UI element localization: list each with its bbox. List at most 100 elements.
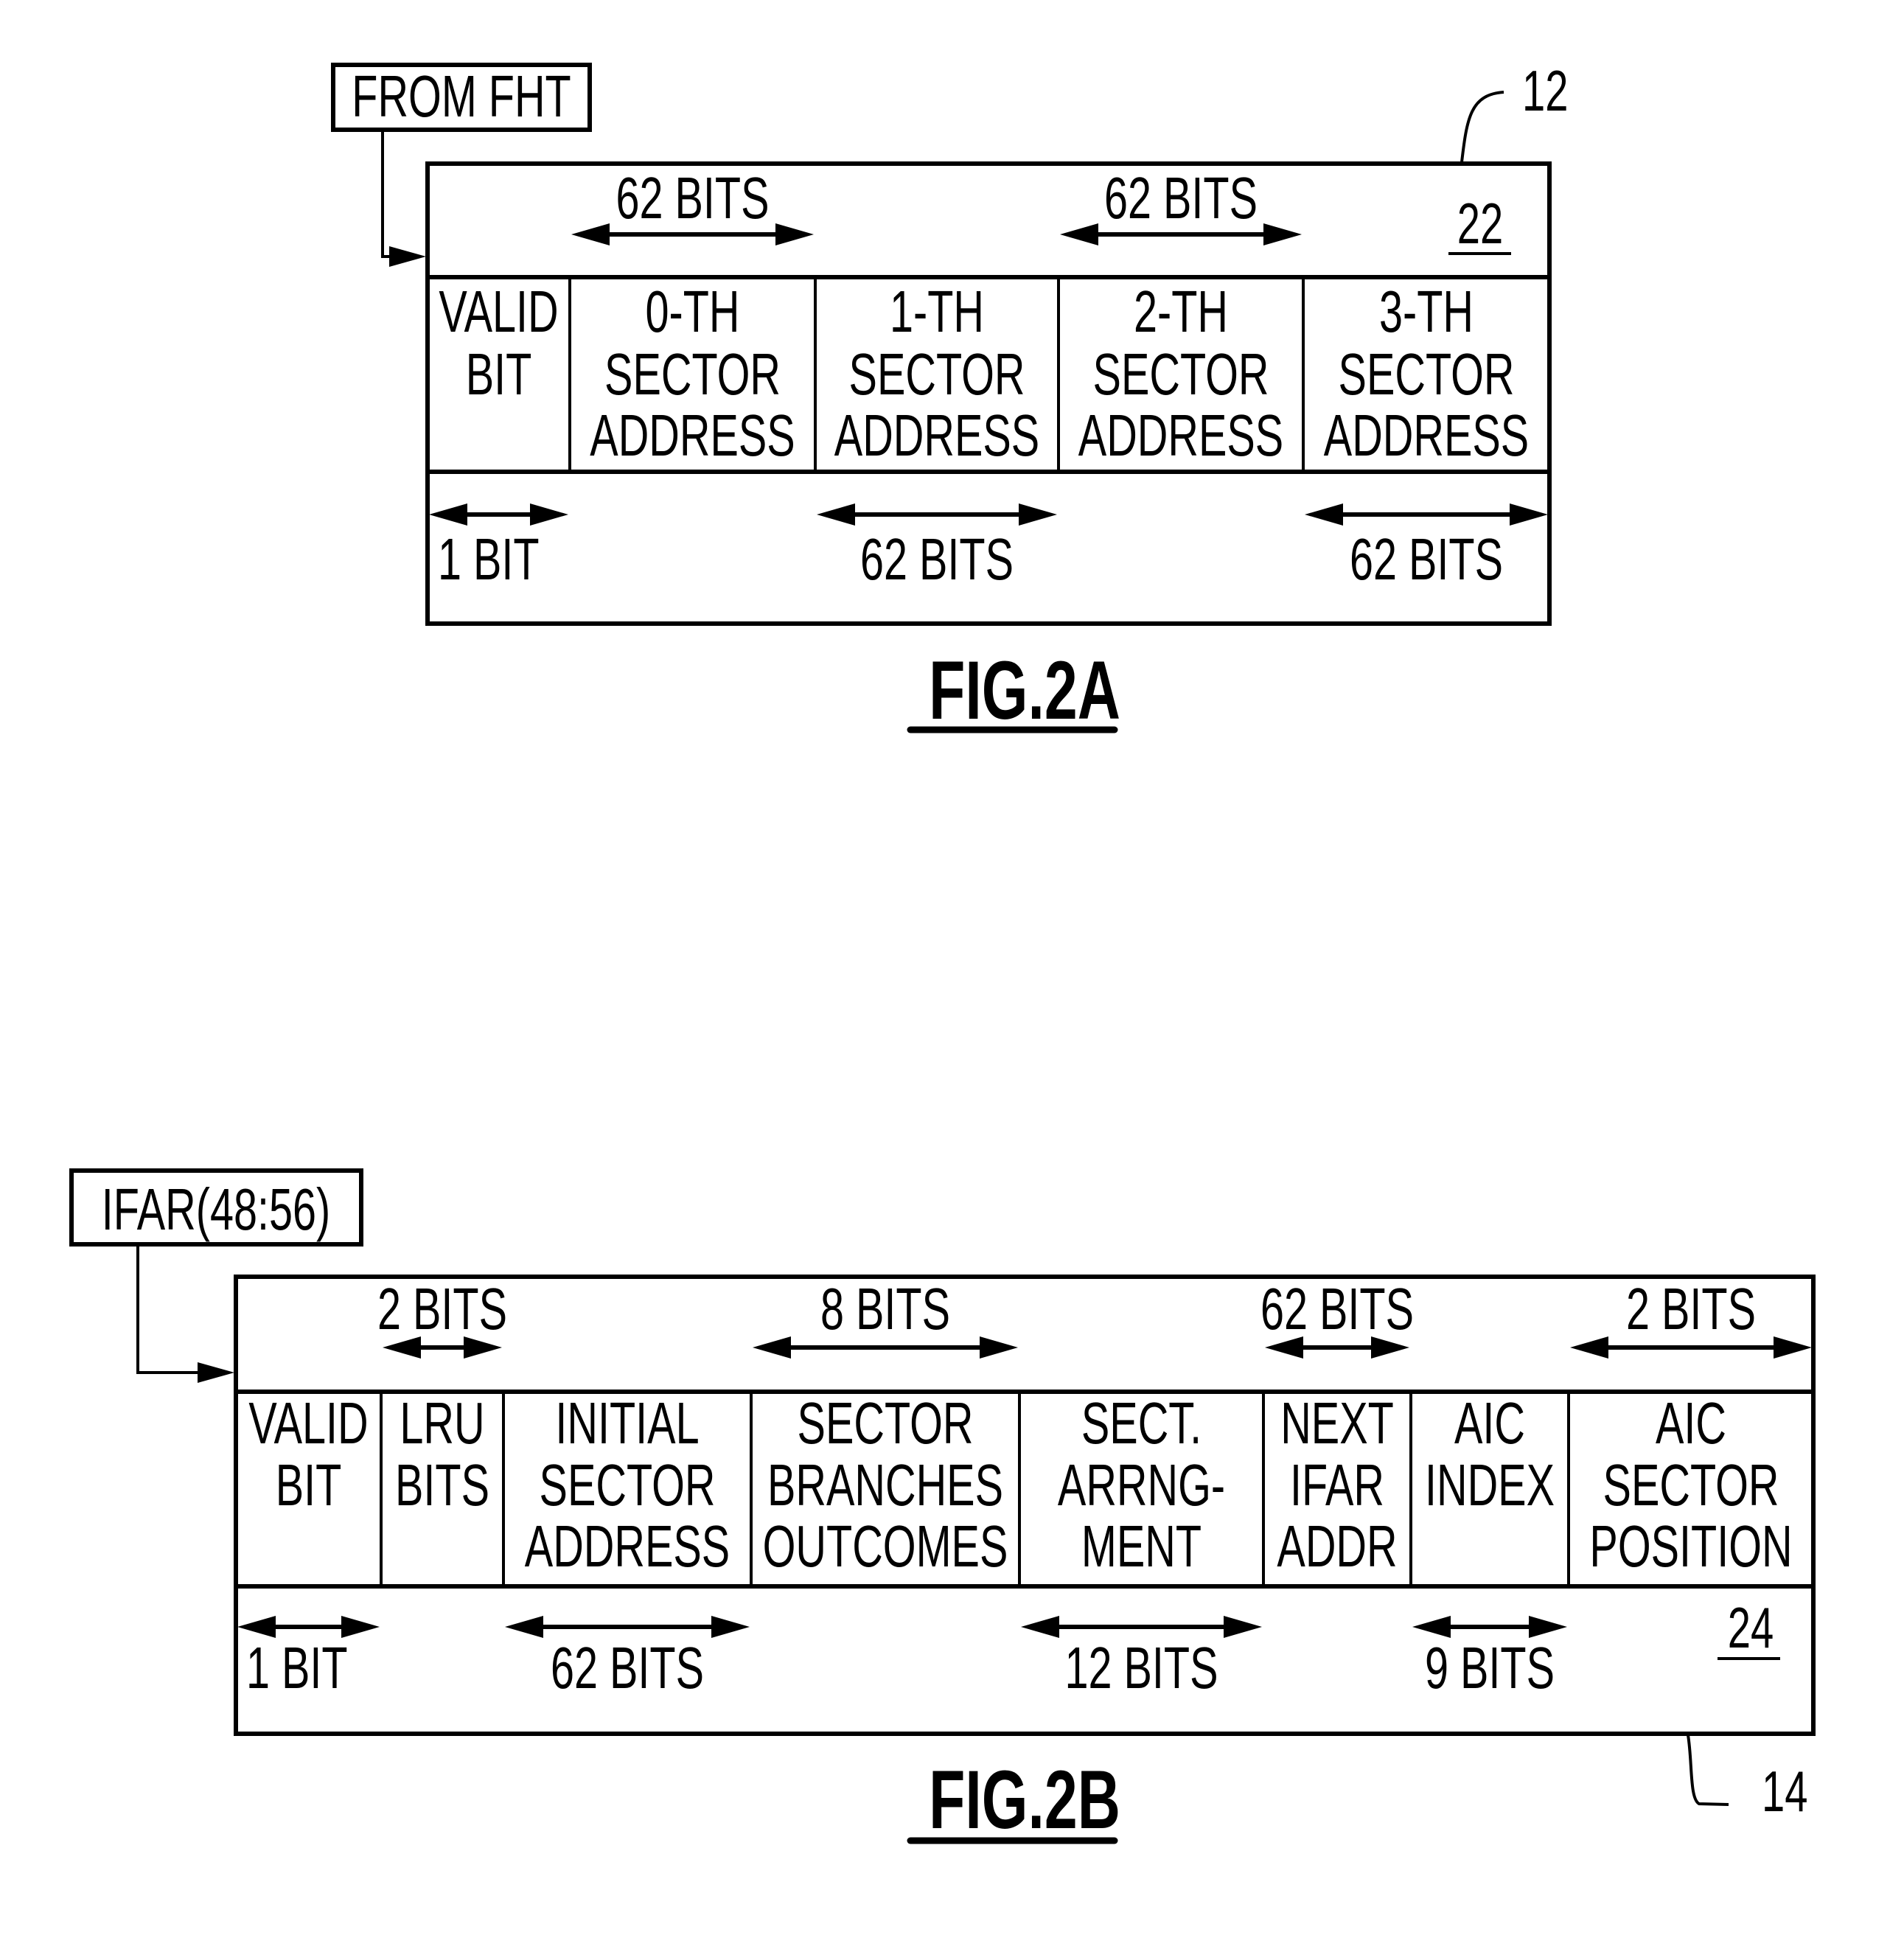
patent-figure-sheet: FROM FHTVALIDBIT1 BIT0-THSECTORADDRESS62… — [69, 59, 1816, 1846]
bit-width-label: 12 BITS — [1064, 1635, 1218, 1701]
connector-line — [381, 130, 398, 258]
field-label-line: MENT — [1081, 1513, 1202, 1580]
arrowhead-right-icon — [711, 1616, 750, 1638]
source-label-text: IFAR(48:56) — [102, 1176, 330, 1243]
field-cell: 3-THSECTORADDRESS 62 BITS — [1302, 277, 1548, 593]
field-label-line: OUTCOMES — [763, 1513, 1008, 1580]
field-label-line: AIC — [1454, 1390, 1525, 1457]
field-label-line: ADDRESS — [525, 1513, 730, 1580]
arrowhead-left-icon — [817, 503, 855, 526]
field-label-line: LRU — [400, 1390, 484, 1457]
bit-width-label: 2 BITS — [377, 1276, 507, 1342]
field-label-line: ADDRESS — [1324, 402, 1529, 469]
source-label-text: FROM FHT — [352, 63, 571, 130]
field-cell: SECTORBRANCHESOUTCOMES 8 BITS — [750, 1276, 1018, 1586]
bit-width-label: 62 BITS — [616, 165, 769, 231]
arrowhead-right-icon — [1510, 503, 1548, 526]
field-label-line: 1-TH — [890, 279, 984, 345]
arrowhead-left-icon — [429, 503, 467, 526]
field-cell: SECT.ARRNG-MENT 12 BITS — [1018, 1390, 1262, 1701]
field-label-line: ADDRESS — [1078, 402, 1283, 469]
figure-caption-text: FIG.2B — [929, 1754, 1120, 1846]
field-label-line: SECTOR — [540, 1452, 716, 1519]
box-reference-numeral: 12 — [1522, 59, 1568, 123]
source-label-box: IFAR(48:56) — [69, 1168, 363, 1247]
bit-width-label: 62 BITS — [551, 1635, 704, 1701]
row-reference-numeral: 24 — [1728, 1596, 1774, 1660]
bit-width-label: 9 BITS — [1425, 1635, 1555, 1701]
bit-width-arrow — [817, 503, 1057, 526]
arrowhead-left-icon — [1021, 1616, 1059, 1638]
fig-2b-ift-entry-format: IFAR(48:56) VALIDBIT 1 BIT LRUBITS 2 BITS INI… — [69, 1168, 1816, 1846]
arrowhead-left-icon — [1305, 503, 1343, 526]
field-label-line: BITS — [395, 1452, 489, 1519]
bit-width-arrow — [429, 503, 568, 526]
reference-numerals: 14 24 — [1687, 1596, 1807, 1824]
field-cell: VALIDBIT 1 BIT — [429, 279, 568, 593]
bit-width-label: 62 BITS — [1260, 1276, 1414, 1342]
source-connector-arrow — [136, 1246, 234, 1383]
field-label-line: BIT — [276, 1452, 342, 1519]
arrowhead-left-icon — [571, 223, 610, 245]
field-label-line: SECT. — [1081, 1390, 1202, 1457]
bit-width-label: 62 BITS — [860, 526, 1014, 593]
figure-caption-text: FIG.2A — [929, 644, 1120, 736]
field-label-line: SECTOR — [849, 341, 1025, 408]
field-cell: AICINDEX 9 BITS — [1409, 1390, 1567, 1701]
reference-leader-line — [1460, 91, 1504, 163]
field-cell: 1-THSECTORADDRESS 62 BITS — [814, 277, 1057, 593]
arrowhead-right-icon — [1263, 223, 1302, 245]
field-label-line: ADDRESS — [834, 402, 1039, 469]
field-label-line: ADDR — [1277, 1513, 1397, 1580]
box-reference-numeral: 14 — [1762, 1760, 1807, 1824]
fig-2a-fht-entry-format: FROM FHTVALIDBIT1 BIT0-THSECTORADDRESS62… — [331, 59, 1568, 736]
field-label-line: AIC — [1656, 1390, 1726, 1457]
figure-caption: FIG.2A — [907, 644, 1120, 736]
bit-width-label: 62 BITS — [1350, 526, 1503, 593]
arrowhead-left-icon — [1570, 1336, 1608, 1359]
field-label-line: ARRNG- — [1058, 1452, 1225, 1519]
field-label-line: SECTOR — [798, 1390, 974, 1457]
bit-width-label: 2 BITS — [1626, 1276, 1756, 1342]
field-cell: VALIDBIT 1 BIT — [237, 1390, 380, 1701]
figure-caption: FIG.2B — [907, 1754, 1120, 1846]
source-label-box: FROM FHT — [331, 63, 592, 132]
arrowhead-right-icon — [530, 503, 568, 526]
arrowhead-left-icon — [753, 1336, 791, 1359]
arrowhead-right-icon — [980, 1336, 1018, 1359]
field-label-line: NEXT — [1280, 1390, 1394, 1457]
field-label-line: 2-TH — [1134, 279, 1228, 345]
row-reference-numeral: 22 — [1457, 192, 1503, 256]
field-label-line: BRANCHES — [767, 1452, 1003, 1519]
bit-width-arrow — [1305, 503, 1548, 526]
arrowhead-left-icon — [1060, 223, 1098, 245]
field-label-line: VALID — [439, 279, 558, 345]
arrowhead-right-icon — [389, 246, 426, 267]
field-label-line: IFAR — [1290, 1452, 1384, 1519]
field-label-line: POSITION — [1589, 1513, 1792, 1580]
bit-width-label: 1 BIT — [438, 526, 540, 593]
field-cell: 0-THSECTORADDRESS 62 BITS — [568, 165, 814, 472]
arrowhead-right-icon — [775, 223, 814, 245]
reference-leader-line — [1687, 1734, 1729, 1806]
field-label-line: 0-TH — [646, 279, 740, 345]
field-label-line: INITIAL — [555, 1390, 699, 1457]
field-label-line: 3-TH — [1379, 279, 1474, 345]
arrowhead-right-icon — [1019, 503, 1057, 526]
field-label-line: ADDRESS — [590, 402, 795, 469]
field-label-line: VALID — [248, 1390, 368, 1457]
bit-width-label: 1 BIT — [246, 1635, 348, 1701]
arrowhead-left-icon — [505, 1616, 543, 1638]
field-label-line: SECTOR — [1093, 341, 1269, 408]
field-cell: NEXTIFARADDR 62 BITS — [1260, 1276, 1414, 1586]
field-cell: LRUBITS 2 BITS — [377, 1276, 507, 1586]
bit-width-label: 8 BITS — [820, 1276, 950, 1342]
connector-line — [136, 1246, 206, 1374]
arrowhead-right-icon — [1224, 1616, 1262, 1638]
field-label-line: INDEX — [1425, 1452, 1555, 1519]
source-connector-arrow — [381, 130, 426, 267]
field-cell: 2-THSECTORADDRESS 62 BITS — [1057, 165, 1302, 472]
field-label-line: SECTOR — [1339, 341, 1515, 408]
bit-width-label: 62 BITS — [1104, 165, 1258, 231]
arrowhead-right-icon — [1774, 1336, 1812, 1359]
